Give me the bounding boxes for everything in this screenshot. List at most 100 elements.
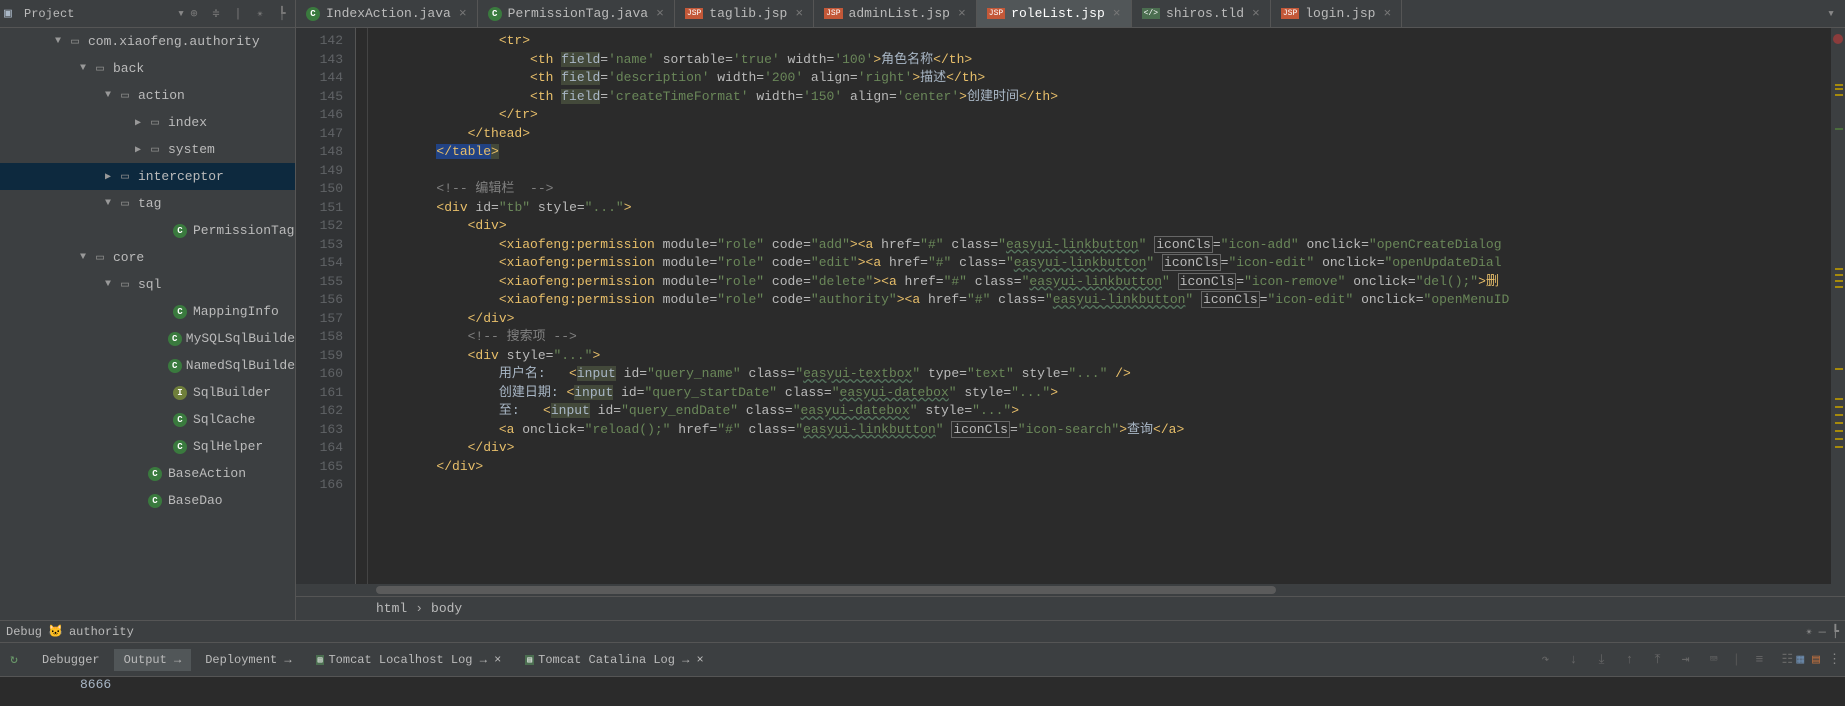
tree-node[interactable]: ▼▭sql bbox=[0, 271, 295, 298]
collapse-icon[interactable]: ≑ bbox=[207, 5, 225, 23]
warn-mark[interactable] bbox=[1835, 422, 1843, 424]
tree-node[interactable]: ▼▭com.xiaofeng.authority bbox=[0, 28, 295, 55]
scroll-thumb[interactable] bbox=[376, 586, 1276, 594]
tw-tab[interactable]: ▤Tomcat Catalina Log → × bbox=[515, 649, 713, 671]
editor-tab[interactable]: JSPtaglib.jsp× bbox=[675, 0, 814, 27]
tree-node[interactable]: CMappingInfo bbox=[0, 298, 295, 325]
dropdown-icon[interactable]: ▾ bbox=[177, 6, 185, 21]
gear-icon[interactable]: ✴ bbox=[1805, 624, 1812, 639]
breadcrumbs[interactable]: html › body bbox=[296, 596, 1845, 620]
editor-tab[interactable]: JSPadminList.jsp× bbox=[814, 0, 977, 27]
editor-tab[interactable]: CIndexAction.java× bbox=[296, 0, 478, 27]
tw-tab[interactable]: Debugger bbox=[32, 649, 110, 671]
target-icon[interactable]: ⊕ bbox=[185, 5, 203, 23]
line-gutter: 1421431441451461471481491501511521531541… bbox=[296, 28, 356, 584]
close-icon[interactable]: × bbox=[459, 6, 467, 21]
code-editor[interactable]: 1421431441451461471481491501511521531541… bbox=[296, 28, 1845, 584]
chevron-right-icon: › bbox=[415, 601, 423, 616]
rerun-icon[interactable]: ↻ bbox=[4, 653, 24, 667]
more-icon[interactable]: ⋮ bbox=[1828, 652, 1841, 667]
force-step-into-icon[interactable]: ⤓ bbox=[1593, 651, 1611, 669]
tomcat-icon: 🐱 bbox=[48, 624, 63, 639]
code-lines[interactable]: <tr> <th field='name' sortable='true' wi… bbox=[368, 28, 1845, 584]
error-indicator[interactable] bbox=[1833, 34, 1843, 44]
tw-tab[interactable]: Deployment → bbox=[195, 649, 301, 671]
evaluate-icon[interactable]: ⌨ bbox=[1705, 651, 1723, 669]
warn-mark[interactable] bbox=[1835, 414, 1843, 416]
tool-window: ↻ DebuggerOutput →Deployment →▤Tomcat Lo… bbox=[0, 642, 1845, 676]
tree-node[interactable]: ▼▭action bbox=[0, 82, 295, 109]
tree-node[interactable]: CBaseDao bbox=[0, 487, 295, 514]
editor-tab[interactable]: </>shiros.tld× bbox=[1132, 0, 1271, 27]
fold-column[interactable] bbox=[356, 28, 368, 584]
hide-icon[interactable]: ┡ bbox=[273, 5, 291, 23]
tree-node[interactable]: ▼▭back bbox=[0, 55, 295, 82]
warn-mark[interactable] bbox=[1835, 398, 1843, 400]
tw-tab[interactable]: ▤Tomcat Localhost Log → × bbox=[306, 649, 512, 671]
run-to-cursor-icon[interactable]: ⇥ bbox=[1677, 651, 1695, 669]
tab-list-icon[interactable]: ▾ bbox=[1817, 0, 1845, 27]
tree-node[interactable]: ▼▭core bbox=[0, 244, 295, 271]
warn-mark[interactable] bbox=[1835, 280, 1843, 282]
layout-icon[interactable]: ▦ bbox=[1796, 652, 1804, 667]
error-stripe[interactable] bbox=[1831, 28, 1845, 584]
step-out-icon[interactable]: ↑ bbox=[1621, 651, 1639, 669]
tree-node[interactable]: ▶▭system bbox=[0, 136, 295, 163]
editor-area: CIndexAction.java×CPermissionTag.java×JS… bbox=[296, 0, 1845, 620]
close-icon[interactable]: × bbox=[1252, 6, 1260, 21]
warn-mark[interactable] bbox=[1835, 430, 1843, 432]
project-title: Project bbox=[24, 7, 177, 21]
warn-mark[interactable] bbox=[1835, 446, 1843, 448]
tool-window-tabs[interactable]: DebuggerOutput →Deployment →▤Tomcat Loca… bbox=[32, 649, 1537, 671]
tree-node[interactable]: ▶▭interceptor bbox=[0, 163, 295, 190]
server-icon[interactable]: ▤ bbox=[1812, 652, 1820, 667]
tree-node[interactable]: CSqlHelper bbox=[0, 433, 295, 460]
tree-node[interactable]: CSqlCache bbox=[0, 406, 295, 433]
output-area[interactable]: 8666 bbox=[0, 676, 1845, 706]
warn-mark[interactable] bbox=[1835, 274, 1843, 276]
warn-mark[interactable] bbox=[1835, 286, 1843, 288]
hide-icon[interactable]: ┡ bbox=[1832, 624, 1839, 639]
gear-icon[interactable]: ✴ bbox=[251, 5, 269, 23]
minimize-icon[interactable]: — bbox=[1819, 625, 1826, 639]
tree-node[interactable]: ▼▭tag bbox=[0, 190, 295, 217]
drop-frame-icon[interactable]: ⤒ bbox=[1649, 651, 1667, 669]
warn-mark[interactable] bbox=[1835, 88, 1843, 90]
crumb-html[interactable]: html bbox=[376, 601, 407, 616]
tree-node[interactable]: CBaseAction bbox=[0, 460, 295, 487]
warn-mark[interactable] bbox=[1835, 268, 1843, 270]
horizontal-scrollbar[interactable] bbox=[296, 584, 1845, 596]
warn-mark[interactable] bbox=[1835, 438, 1843, 440]
warn-mark[interactable] bbox=[1835, 94, 1843, 96]
tree-node[interactable]: CMySQLSqlBuilde bbox=[0, 325, 295, 352]
crumb-body[interactable]: body bbox=[431, 601, 462, 616]
editor-tabs[interactable]: CIndexAction.java×CPermissionTag.java×JS… bbox=[296, 0, 1845, 28]
warn-mark[interactable] bbox=[1835, 84, 1843, 86]
output-text: 8666 bbox=[80, 677, 111, 692]
tree-node[interactable]: CNamedSqlBuilde bbox=[0, 352, 295, 379]
ok-mark[interactable] bbox=[1835, 128, 1843, 130]
close-icon[interactable]: × bbox=[656, 6, 664, 21]
warn-mark[interactable] bbox=[1835, 368, 1843, 370]
close-icon[interactable]: × bbox=[1383, 6, 1391, 21]
step-over-icon[interactable]: ↷ bbox=[1537, 651, 1555, 669]
editor-tab[interactable]: JSPlogin.jsp× bbox=[1271, 0, 1402, 27]
close-icon[interactable]: × bbox=[795, 6, 803, 21]
warn-mark[interactable] bbox=[1835, 406, 1843, 408]
editor-tab[interactable]: CPermissionTag.java× bbox=[478, 0, 675, 27]
project-icon: ▣ bbox=[4, 6, 20, 22]
close-icon[interactable]: × bbox=[958, 6, 966, 21]
tw-tab[interactable]: Output → bbox=[114, 649, 192, 671]
settings-icon[interactable]: ☷ bbox=[1778, 651, 1796, 669]
editor-tab[interactable]: JSProleList.jsp× bbox=[977, 0, 1132, 27]
debug-label: Debug bbox=[6, 625, 42, 639]
tree-node[interactable]: ISqlBuilder bbox=[0, 379, 295, 406]
close-icon[interactable]: × bbox=[1113, 6, 1121, 21]
threads-icon[interactable]: ≡ bbox=[1750, 651, 1768, 669]
debug-step-icons: ↷ ↓ ⤓ ↑ ⤒ ⇥ ⌨ | ≡ ☷ bbox=[1537, 651, 1797, 669]
tree-node[interactable]: CPermissionTag bbox=[0, 217, 295, 244]
step-into-icon[interactable]: ↓ bbox=[1565, 651, 1583, 669]
project-tree[interactable]: ▼▭com.xiaofeng.authority▼▭back▼▭action▶▭… bbox=[0, 28, 295, 620]
tree-node[interactable]: ▶▭index bbox=[0, 109, 295, 136]
project-header: ▣ Project ▾ ⊕ ≑ | ✴ ┡ bbox=[0, 0, 295, 28]
